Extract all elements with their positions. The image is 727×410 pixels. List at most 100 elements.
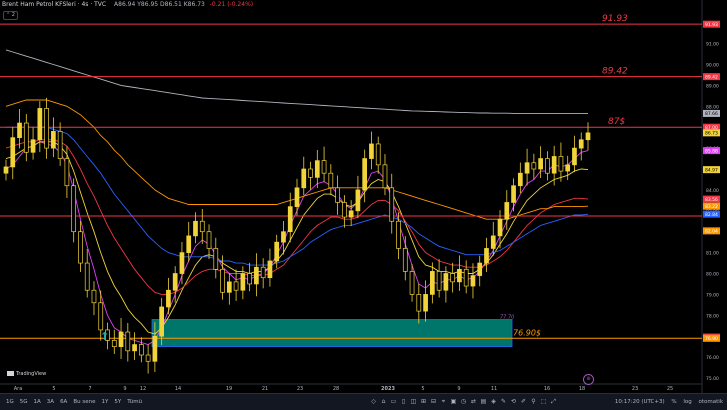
candle-body <box>585 132 591 141</box>
level-label-4: 76.90$ <box>513 328 541 337</box>
candle-body <box>138 344 144 356</box>
candle-body <box>396 220 401 249</box>
candle-body <box>145 354 151 362</box>
timeframe-button-6[interactable]: 1Y <box>101 399 108 405</box>
candle-body <box>111 340 117 348</box>
drawing-tool-icon-5[interactable]: ⊞ <box>420 398 427 405</box>
candle-body <box>64 158 70 187</box>
time-tick-label: 23 <box>297 386 303 392</box>
moving-average-line-5 <box>5 49 588 114</box>
candle-body <box>369 143 374 159</box>
price-tick-label: 79.00 <box>706 292 719 298</box>
ohlc-close: K86.73 <box>183 1 205 8</box>
drawing-tool-icon-4[interactable]: ◫ <box>410 398 417 405</box>
price-tick-label: 76.00 <box>706 355 719 361</box>
candle-body <box>226 281 232 293</box>
drawing-tool-icon-2[interactable]: ▭ <box>390 398 397 405</box>
candle-body <box>152 335 158 362</box>
drawing-tool-icon-12[interactable]: ◈ <box>490 398 497 405</box>
price-tick-label: 81.00 <box>706 251 719 257</box>
candle-body <box>375 143 381 166</box>
timeframe-button-8[interactable]: Tümü <box>127 399 142 405</box>
time-tick-label: 5 <box>421 386 424 392</box>
percent-toggle[interactable]: % <box>671 399 676 405</box>
candle-body <box>348 210 354 218</box>
candle-body <box>517 172 523 187</box>
drawing-tool-icon-13[interactable]: ✎ <box>500 398 507 405</box>
goto-realtime-icon[interactable]: ⊕ <box>583 374 594 385</box>
candle-body <box>362 158 368 191</box>
candle-body <box>484 248 489 264</box>
candle-body <box>30 139 36 153</box>
timeframe-button-3[interactable]: 3A <box>47 399 54 405</box>
candle-body <box>247 273 252 285</box>
level-label-2: 87$ <box>608 117 625 127</box>
candle-body <box>260 266 266 279</box>
candle-body <box>172 273 178 291</box>
candle-body <box>84 262 90 291</box>
timeframe-button-0[interactable]: 1G <box>6 399 14 405</box>
drawing-tool-icon-8[interactable]: ▣ <box>450 398 457 405</box>
candle-body <box>10 137 16 168</box>
symbol-title[interactable]: Brent Ham Petrol KFSleri · 4s · TVC <box>2 1 106 8</box>
time-tick-label: 7 <box>88 386 91 392</box>
candle-body <box>159 306 165 337</box>
indicators-collapse-button[interactable]: ⌃ 2 <box>3 11 18 20</box>
tradingview-logo[interactable]: TradingView <box>5 370 49 378</box>
price-chart[interactable]: 77.70 91.9389.4287$76.90$ ↑ 92.0091.0090… <box>0 0 727 409</box>
drawing-tool-icon-17[interactable]: ⬚ <box>540 398 547 405</box>
drawing-tool-icon-14[interactable]: ⟲ <box>510 398 517 405</box>
timeframe-button-4[interactable]: 6A <box>60 399 67 405</box>
ohlc-open: A86.94 <box>114 1 136 8</box>
timeframe-button-2[interactable]: 1A <box>34 399 41 405</box>
candle-body <box>402 248 408 272</box>
candle-body <box>301 168 307 189</box>
time-tick-label: 16 <box>544 386 550 392</box>
timeframe-button-7[interactable]: 5Y <box>114 399 121 405</box>
candle-body <box>3 166 9 174</box>
candle-body <box>423 294 428 312</box>
candle-body <box>233 281 239 291</box>
drawing-tool-icon-16[interactable]: ⚲ <box>530 398 537 405</box>
candle-body <box>314 160 320 178</box>
candle-body <box>179 252 185 274</box>
time-tick-label: 18 <box>579 386 585 392</box>
candle-body <box>382 164 388 189</box>
drawing-tool-icon-7[interactable]: ⌖ <box>440 398 447 405</box>
drawing-tool-icon-1[interactable]: ⌂ <box>380 398 387 405</box>
support-zone[interactable] <box>151 319 513 348</box>
timeframe-button-5[interactable]: Bu sene <box>73 399 95 405</box>
candle-body <box>44 108 49 149</box>
price-tag-label-12: 76.90 <box>705 336 718 342</box>
drawing-tool-icon-11[interactable]: ▤ <box>480 398 487 405</box>
price-tag-label-7: 83.56 <box>705 197 718 203</box>
tradingview-logo-icon <box>7 371 14 376</box>
candle-body <box>511 185 516 203</box>
price-tag-label-10: 82.04 <box>705 229 718 235</box>
time-tick-label: 2023 <box>381 386 395 392</box>
drawing-tool-icon-10[interactable]: ⇄ <box>470 398 477 405</box>
drawing-tool-icon-6[interactable]: ⊟ <box>430 398 437 405</box>
drawing-tool-icon-9[interactable]: ◷ <box>460 398 467 405</box>
candle-body <box>545 158 550 174</box>
candle-body <box>125 331 131 352</box>
drawing-tool-icon-15[interactable]: ✐ <box>520 398 527 405</box>
time-tick-label: 9 <box>457 386 460 392</box>
candle-body <box>91 289 97 304</box>
candle-body <box>463 268 469 287</box>
drawing-tool-icon-3[interactable]: ▯ <box>400 398 407 405</box>
candle-body <box>308 168 313 178</box>
log-toggle[interactable]: log <box>683 399 691 405</box>
drawing-tool-icon-0[interactable]: ◇ <box>370 398 377 405</box>
time-tick-label: 14 <box>175 386 181 392</box>
up-arrow-icon: ↑ <box>100 330 109 343</box>
drawing-tool-icon-18[interactable]: ⤢ <box>550 398 557 405</box>
candle-body <box>166 289 171 308</box>
auto-scale-toggle[interactable]: otomatik <box>699 399 723 405</box>
candle-body <box>342 202 347 218</box>
candle-body <box>450 273 456 283</box>
candle-body <box>254 266 259 285</box>
candle-body <box>199 220 205 233</box>
candle-body <box>281 231 286 243</box>
timeframe-button-1[interactable]: 5G <box>20 399 28 405</box>
